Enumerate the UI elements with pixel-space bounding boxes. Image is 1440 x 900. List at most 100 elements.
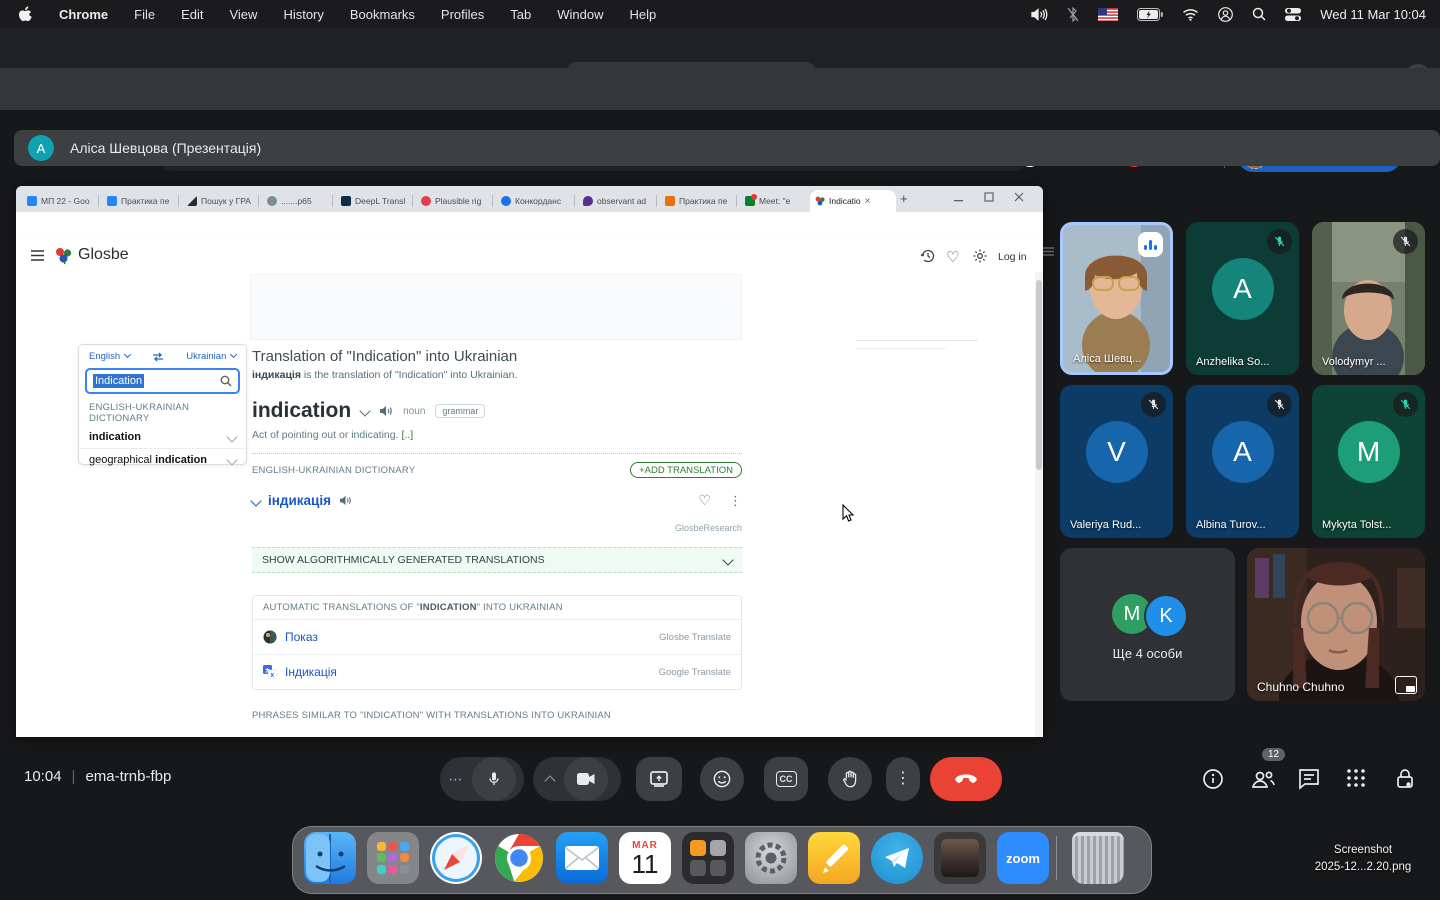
favorites-heart-icon[interactable]: ♡ (946, 248, 959, 266)
inner-tab[interactable]: МП 22 - Goo (22, 190, 104, 212)
bluetooth-icon[interactable] (1067, 7, 1079, 22)
inner-menu-icon[interactable] (1042, 245, 1055, 258)
inner-tab[interactable]: Практика пе (102, 190, 184, 212)
inner-tab[interactable]: DeepL Transl (336, 190, 418, 212)
dock-calendar-icon[interactable]: MAR 11 (619, 832, 671, 884)
grammar-badge[interactable]: grammar (435, 404, 485, 418)
favorite-heart-icon[interactable]: ♡ (698, 492, 711, 509)
host-controls-lock-icon[interactable] (1394, 768, 1416, 790)
history-icon[interactable] (920, 248, 936, 264)
microphone-button-group[interactable]: ⋯ (440, 757, 524, 801)
participant-tile-alisa[interactable]: Аліса Шевц... (1060, 222, 1173, 375)
dock-zoom-icon[interactable]: zoom (997, 832, 1049, 884)
dock-chrome-icon[interactable] (493, 832, 545, 884)
more-options-button[interactable]: ⋮ (886, 757, 920, 801)
suggestion-indication[interactable]: indication (79, 426, 246, 448)
menu-item-window[interactable]: Window (557, 7, 603, 22)
dock-launchpad-icon[interactable] (367, 832, 419, 884)
add-translation-button[interactable]: +ADD TRANSLATION (630, 462, 742, 478)
menu-item-history[interactable]: History (283, 7, 323, 22)
inner-new-tab-button[interactable]: + (900, 191, 908, 206)
login-link[interactable]: Log in (998, 251, 1027, 263)
participant-tile-albina[interactable]: A Albina Turov... (1186, 385, 1299, 538)
menu-item-view[interactable]: View (229, 7, 257, 22)
present-screen-button[interactable] (636, 757, 682, 801)
dock-safari-icon[interactable] (430, 832, 482, 884)
pronounce-speaker-icon[interactable] (379, 405, 393, 417)
captions-button[interactable]: CC (764, 757, 808, 801)
menu-item-bookmarks[interactable]: Bookmarks (350, 7, 415, 22)
apple-icon[interactable] (18, 6, 33, 23)
swap-languages-icon[interactable] (152, 352, 164, 362)
chevron-down-icon[interactable] (250, 495, 261, 506)
reactions-button[interactable] (700, 757, 744, 801)
camera-button-group[interactable] (533, 757, 621, 801)
menubar-clock[interactable]: Wed 11 Mar 10:04 (1320, 7, 1426, 22)
translation-entry-link[interactable]: індикація (268, 493, 331, 508)
keyboard-flag-us-icon[interactable] (1098, 8, 1118, 21)
camera-options-icon[interactable] (544, 775, 555, 786)
meeting-details-button[interactable] (1202, 768, 1224, 790)
settings-gear-icon[interactable] (972, 248, 988, 264)
auto-translation-link[interactable]: Індикація (285, 665, 337, 679)
entry-more-icon[interactable]: ⋮ (729, 493, 742, 509)
target-language-select[interactable]: Ukrainian (186, 351, 236, 362)
chat-button[interactable] (1298, 768, 1320, 790)
camera-icon[interactable] (564, 757, 608, 801)
scrollbar[interactable] (1035, 272, 1043, 737)
phrase-row[interactable]: performance indicator Ключові показники … (252, 735, 742, 737)
scrollbar-thumb[interactable] (1036, 280, 1042, 470)
overflow-participants-tile[interactable]: M K Ще 4 особи (1060, 548, 1235, 701)
dock-trash-icon[interactable] (1072, 832, 1124, 884)
menu-item-file[interactable]: File (134, 7, 155, 22)
inner-tab[interactable]: Пошук у ГРА (182, 190, 264, 212)
dock-notes-icon[interactable] (808, 832, 860, 884)
dock-mail-icon[interactable] (556, 832, 608, 884)
participant-tile-chuhno[interactable]: Chuhno Chuhno (1247, 548, 1425, 701)
picture-in-picture-icon[interactable] (1395, 676, 1417, 694)
inner-close-icon[interactable] (1014, 191, 1024, 203)
control-center-icon[interactable] (1285, 8, 1301, 21)
chevron-down-icon[interactable] (360, 405, 371, 416)
inner-maximize-icon[interactable] (984, 191, 994, 203)
inner-tab[interactable]: .......p65 (262, 190, 338, 212)
menu-item-profiles[interactable]: Profiles (441, 7, 484, 22)
menu-item-help[interactable]: Help (630, 7, 657, 22)
show-generated-toggle[interactable]: SHOW ALGORITHMICALLY GENERATED TRANSLATI… (252, 547, 742, 573)
dictionary-search-input[interactable]: Indication (85, 368, 240, 394)
menu-app-name[interactable]: Chrome (59, 7, 108, 22)
volume-icon[interactable] (1031, 8, 1048, 21)
hamburger-menu-icon[interactable] (30, 249, 45, 262)
inner-tab[interactable]: Практика пе (660, 190, 742, 212)
raise-hand-button[interactable] (828, 757, 872, 801)
suggestion-geographical-indication[interactable]: geographical indication (79, 449, 246, 471)
menu-item-tab[interactable]: Tab (510, 7, 531, 22)
inner-tab-active[interactable]: Indicatio × (810, 190, 896, 212)
activities-grid-icon[interactable] (1346, 768, 1366, 788)
inner-tab[interactable]: Plausible rig (416, 190, 498, 212)
dock-photos-icon[interactable] (934, 832, 986, 884)
people-button[interactable] (1250, 768, 1276, 790)
mic-icon[interactable] (472, 757, 516, 801)
auto-translation-link[interactable]: Показ (285, 630, 318, 644)
search-icon[interactable] (1252, 7, 1266, 21)
participant-tile-volodymyr[interactable]: Volodymyr ... (1312, 222, 1425, 375)
mic-options-icon[interactable]: ⋯ (449, 771, 464, 788)
dock-settings-icon[interactable] (745, 832, 797, 884)
inner-tab[interactable]: observant ad (578, 190, 662, 212)
inner-minimize-icon[interactable] (954, 191, 963, 203)
participant-tile-valeriya[interactable]: V Valeriya Rud... (1060, 385, 1173, 538)
inner-tab[interactable]: Конкорданс (496, 190, 580, 212)
participant-tile-anzhelika[interactable]: A Anzhelika So... (1186, 222, 1299, 375)
participant-tile-mykyta[interactable]: M Mykyta Tolst... (1312, 385, 1425, 538)
dock-calculator-icon[interactable] (682, 832, 734, 884)
wifi-icon[interactable] (1182, 8, 1199, 21)
screenshot-filename[interactable]: Screenshot 2025-12...2.20.png (1300, 842, 1426, 876)
battery-icon[interactable] (1137, 8, 1163, 21)
search-icon[interactable] (220, 375, 232, 387)
source-language-select[interactable]: English (89, 351, 130, 362)
menu-item-edit[interactable]: Edit (181, 7, 203, 22)
entry-speaker-icon[interactable] (339, 495, 352, 506)
glosbe-brand[interactable]: Glosbe (78, 246, 129, 264)
user-icon[interactable] (1218, 7, 1233, 22)
